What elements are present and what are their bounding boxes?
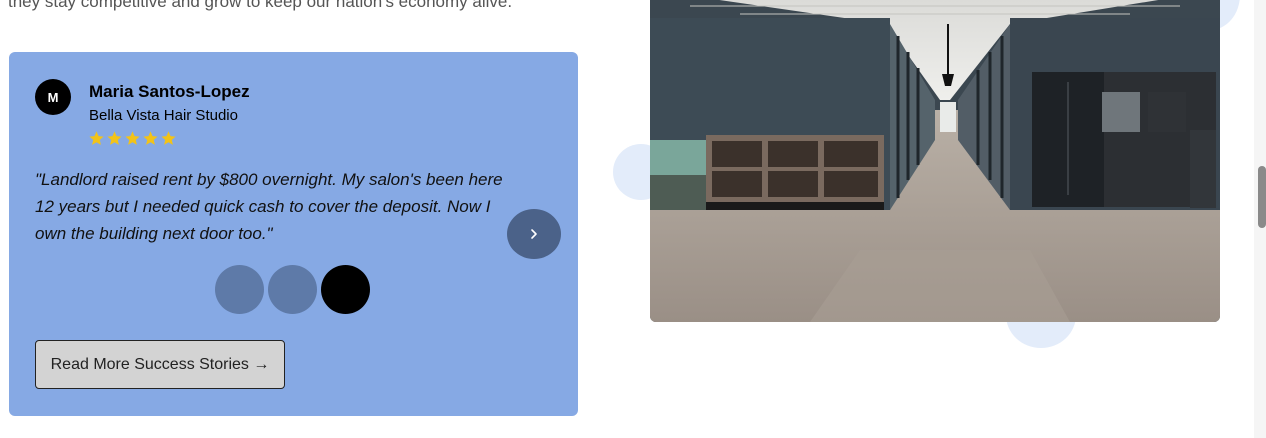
star-icon	[161, 131, 176, 145]
scrollbar-thumb[interactable]	[1258, 166, 1266, 228]
carousel-dot[interactable]	[321, 265, 370, 314]
testimonial-quote: "Landlord raised rent by $800 overnight.…	[35, 170, 503, 243]
carousel-dot[interactable]	[215, 265, 264, 314]
star-icon	[143, 131, 158, 145]
office-corridor-photo	[650, 0, 1220, 322]
chevron-right-icon	[531, 229, 537, 239]
intro-text: they stay competitive and grow to keep o…	[8, 0, 513, 11]
carousel-pagination	[215, 265, 370, 314]
star-icon	[107, 131, 122, 145]
star-icon	[125, 131, 140, 145]
read-more-stories-button[interactable]: Read More Success Stories →	[35, 340, 285, 389]
avatar: M	[35, 79, 71, 115]
star-rating	[88, 130, 177, 147]
author-business: Bella Vista Hair Studio	[89, 107, 238, 124]
next-testimonial-button[interactable]	[507, 209, 561, 259]
author-name: Maria Santos-Lopez	[89, 82, 250, 101]
star-icon	[89, 131, 104, 145]
carousel-dot[interactable]	[268, 265, 317, 314]
testimonial-card: M Maria Santos-Lopez Bella Vista Hair St…	[9, 52, 578, 416]
